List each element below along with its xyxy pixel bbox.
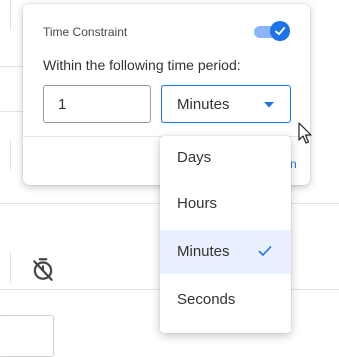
toggle-thumb	[270, 21, 290, 41]
time-unit-select[interactable]: Minutes	[161, 85, 291, 123]
background-input-box[interactable]	[0, 315, 54, 357]
background-divider	[0, 66, 23, 67]
option-label: Days	[177, 149, 212, 166]
option-days[interactable]: Days	[160, 136, 291, 180]
time-constraint-toggle[interactable]	[252, 21, 290, 41]
background-vertical-divider	[10, 140, 11, 170]
time-period-label: Within the following time period:	[43, 57, 241, 73]
caret-down-icon	[264, 102, 274, 108]
option-seconds[interactable]: Seconds	[160, 278, 291, 322]
background-divider	[291, 289, 339, 290]
time-amount-input[interactable]	[43, 85, 151, 123]
mouse-cursor-icon	[298, 122, 312, 144]
partial-action-link[interactable]: n	[290, 157, 310, 171]
option-label: Hours	[177, 195, 218, 212]
timer-off-icon[interactable]	[30, 256, 56, 282]
background-divider	[0, 289, 160, 290]
select-value: Minutes	[177, 96, 230, 113]
popover-title: Time Constraint	[43, 25, 128, 39]
option-label: Seconds	[177, 291, 236, 308]
time-unit-dropdown-menu: Days Hours Minutes Seconds	[160, 136, 291, 333]
background-vertical-divider	[10, 0, 11, 30]
option-label: Minutes	[177, 243, 230, 260]
option-minutes[interactable]: Minutes	[160, 230, 291, 274]
check-icon	[275, 27, 286, 36]
background-vertical-divider	[10, 252, 11, 282]
option-hours[interactable]: Hours	[160, 182, 291, 226]
background-divider	[0, 111, 23, 112]
check-icon	[258, 246, 272, 256]
